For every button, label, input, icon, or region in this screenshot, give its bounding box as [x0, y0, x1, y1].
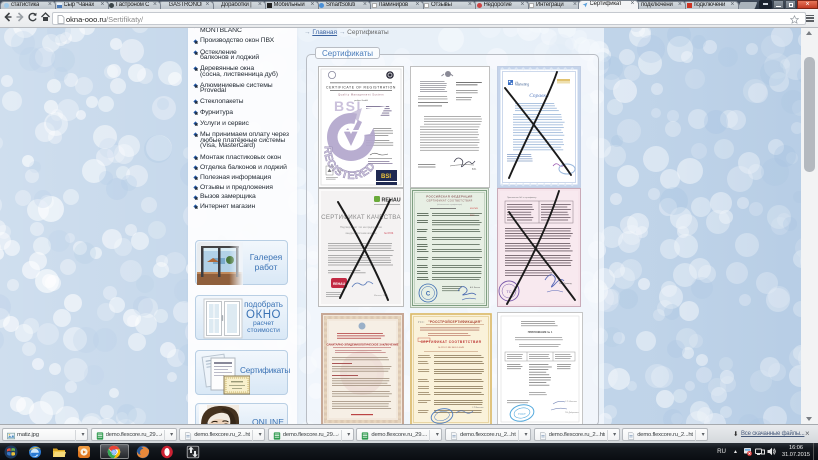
svg-text:А.В. Иванов: А.В. Иванов — [470, 286, 480, 289]
svg-text:С.П.Иванова: С.П.Иванова — [472, 407, 484, 409]
svg-text:САНИТАРНО-ЭПИДЕМИОЛОГИЧЕСКОЕ З: САНИТАРНО-ЭПИДЕМИОЛОГИЧЕСКОЕ ЗАКЛЮЧЕНИЕ — [326, 343, 398, 347]
svg-text:REHAU: REHAU — [333, 282, 346, 286]
svg-text:Marketing: Marketing — [515, 83, 529, 87]
svg-text:"РОССТРОЙСЕРТИФИКАЦИЯ": "РОССТРОЙСЕРТИФИКАЦИЯ" — [428, 320, 482, 324]
svg-text:Зам. Руковод.: Зам. Руковод. — [559, 283, 572, 285]
svg-text:0167343: 0167343 — [470, 208, 479, 210]
svg-text:В.Б.: В.Б. — [472, 168, 477, 171]
svg-text:Приложение №1 к сертификату: Приложение №1 к сертификату — [507, 196, 536, 199]
svg-text:ГСС: ГСС — [418, 320, 425, 324]
svg-text:Q: Q — [338, 168, 341, 173]
svg-text:ТС: ТС — [506, 289, 511, 294]
svg-text:C: C — [426, 292, 431, 298]
svg-text:REHAU: REHAU — [382, 198, 401, 204]
svg-text:СЕРТИФИКАТ СООТВЕТСТВИЯ: СЕРТИФИКАТ СООТВЕТСТВИЯ — [421, 340, 482, 344]
svg-text:Quality Management System: Quality Management System — [338, 93, 384, 97]
svg-text:С.П. Иванова: С.П. Иванова — [565, 401, 578, 403]
svg-text:ПРИЛОЖЕНИЕ № 1: ПРИЛОЖЕНИЕ № 1 — [528, 330, 553, 334]
svg-text:ГОСТ: ГОСТ — [518, 412, 526, 416]
svg-text:BSI: BSI — [381, 174, 391, 180]
svg-text:№ РОСС.RU.9001.5.0049: № РОСС.RU.9001.5.0049 — [438, 346, 465, 349]
svg-text:СЕРТИФИКАТ СООТВЕТСТВИЯ: СЕРТИФИКАТ СООТВЕТСТВИЯ — [426, 199, 472, 203]
svg-text:CERTIFICATE OF REGISTRATION: CERTIFICATE OF REGISTRATION — [326, 85, 396, 89]
svg-text:(обязательная сертификация): (обязательная сертификация) — [437, 203, 463, 206]
svg-text:РОССИЙСКАЯ ФЕДЕРАЦИЯ: РОССИЙСКАЯ ФЕДЕРАЦИЯ — [426, 195, 472, 199]
svg-text:№ 0724: № 0724 — [384, 231, 394, 235]
svg-text:красн: красн — [470, 215, 475, 217]
svg-text:СЕРТИФИКАТ КАЧЕСТВА: СЕРТИФИКАТ КАЧЕСТВА — [321, 214, 401, 221]
svg-text:Г.В. Добрынина: Г.В. Добрынина — [565, 412, 580, 414]
